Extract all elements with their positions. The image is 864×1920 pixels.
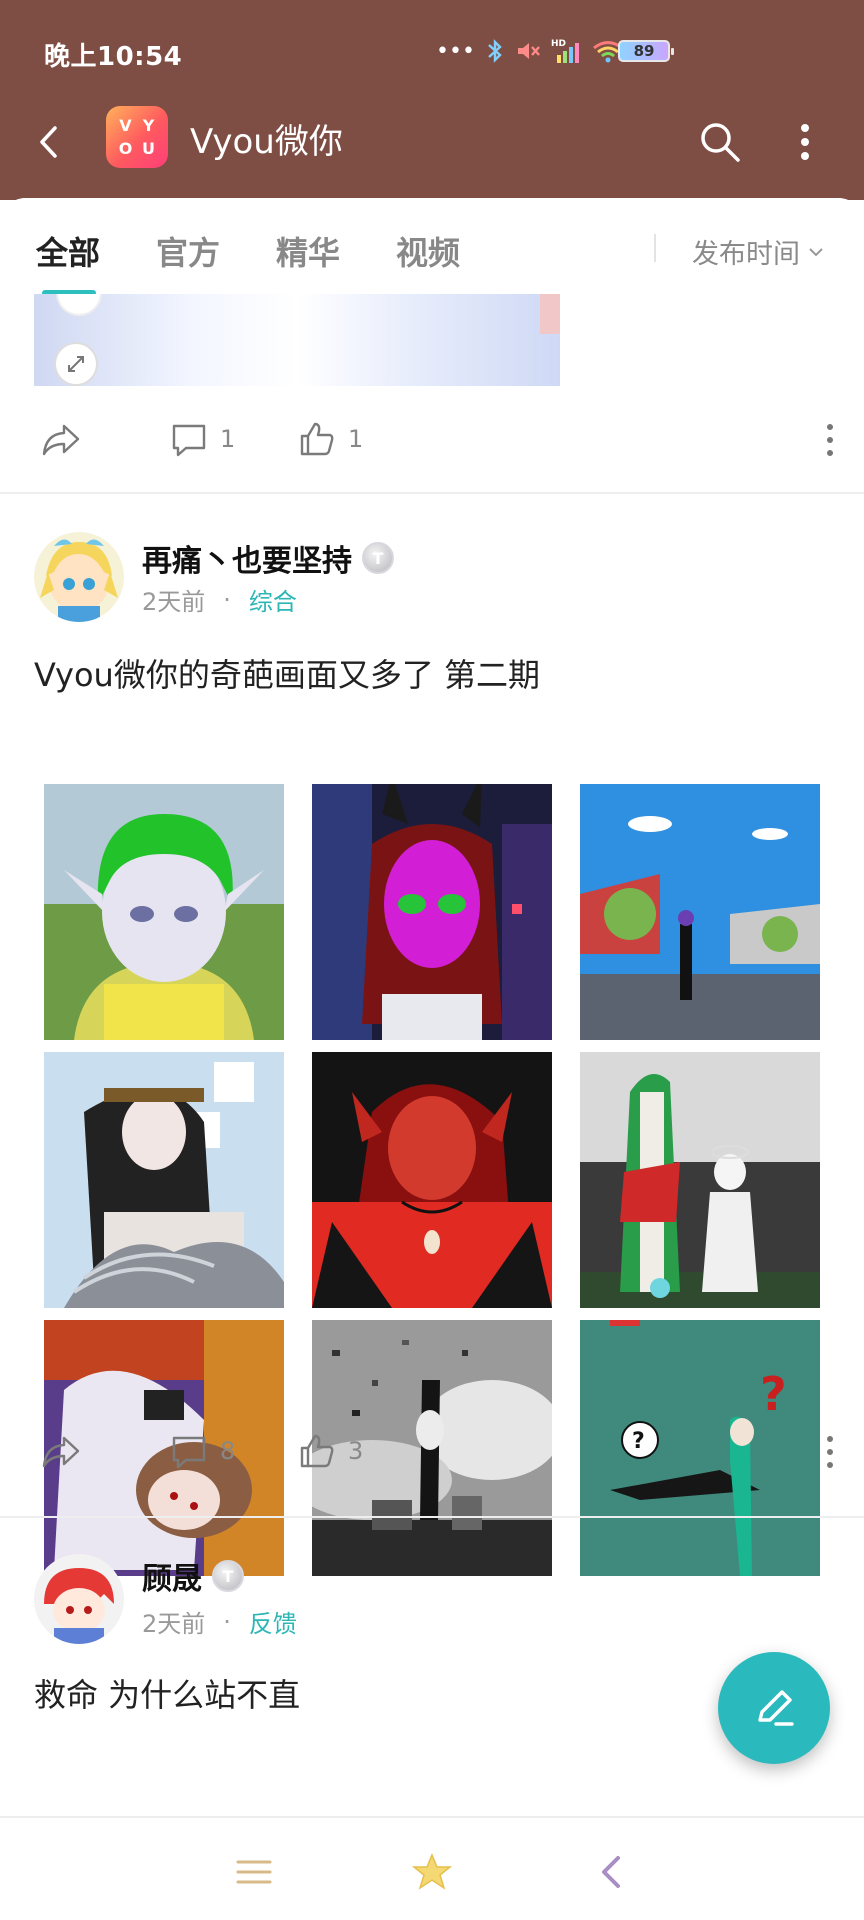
level-badge: T	[362, 542, 394, 574]
meta-dot: ·	[223, 585, 231, 614]
share-icon	[42, 424, 80, 456]
post-card[interactable]: 再痛丶也要坚持 T 2天前 · 综合 Vyou微你的奇葩画面又多了 第二期 ? …	[0, 494, 864, 1576]
menu-icon[interactable]	[234, 1852, 274, 1892]
post-actions: 1 1	[0, 410, 864, 470]
like-count: 3	[348, 1437, 364, 1465]
like-count: 1	[348, 425, 364, 453]
post-image-red-demon[interactable]	[312, 1052, 552, 1308]
tab-featured[interactable]: 精华	[276, 228, 340, 274]
post-image-angel-scene[interactable]	[580, 1052, 820, 1308]
status-bar: 晚上10:54 ••• HD 89	[0, 0, 864, 100]
app-logo: V Y O U	[106, 106, 168, 168]
compose-pen-icon	[758, 1690, 794, 1726]
mute-icon	[517, 43, 540, 59]
post-more-icon[interactable]	[826, 424, 834, 456]
tab-bar: 全部 官方 精华 视频 发布时间	[0, 198, 864, 296]
page-title: Vyou微你	[190, 122, 343, 162]
username-row: 顾晟 T	[142, 1554, 244, 1598]
post-image-blue-sky[interactable]	[580, 784, 820, 1040]
back-arrow-icon[interactable]	[28, 120, 72, 164]
chevron-down-icon	[809, 247, 823, 256]
username[interactable]: 再痛丶也要坚持	[142, 536, 352, 580]
post-time: 2天前	[142, 588, 206, 616]
comment-count: 1	[220, 425, 236, 453]
like-button[interactable]: 1	[298, 420, 363, 458]
search-icon[interactable]	[696, 118, 744, 166]
username[interactable]: 顾晟	[142, 1554, 202, 1598]
post-time: 2天前	[142, 1610, 206, 1638]
avatar[interactable]	[34, 532, 124, 622]
post-more-icon[interactable]	[826, 1436, 834, 1468]
comment-button[interactable]: 1	[170, 420, 235, 458]
logo-letter: Y	[142, 116, 155, 135]
logo-letter: V	[119, 116, 132, 135]
post-category[interactable]: 反馈	[249, 1604, 297, 1639]
comment-count: 8	[220, 1437, 236, 1465]
compose-button[interactable]	[718, 1652, 830, 1764]
logo-letter: O	[118, 139, 133, 158]
post-actions: 8 3	[0, 1422, 864, 1482]
post-text[interactable]: Vyou微你的奇葩画面又多了 第二期	[34, 650, 540, 696]
meta-dot: ·	[223, 1607, 231, 1636]
battery-icon: 89	[618, 40, 674, 62]
post-image-partial[interactable]	[34, 294, 560, 386]
bluetooth-icon	[488, 39, 502, 63]
top-app-bar: 晚上10:54 ••• HD 89 V Y O U Vyou微你	[0, 0, 864, 200]
logo-letter: U	[142, 139, 155, 158]
content-card: 全部 官方 精华 视频 发布时间 1 1 再痛丶也要坚持 T 2天前 · 综合 …	[0, 198, 864, 1920]
sort-dropdown[interactable]: 发布时间	[692, 232, 824, 271]
post-text[interactable]: 救命 为什么站不直	[34, 1670, 300, 1716]
post-meta: 2天前 · 反馈	[142, 1604, 297, 1639]
tab-video[interactable]: 视频	[396, 228, 460, 274]
level-badge: T	[212, 1560, 244, 1592]
post-meta: 2天前 · 综合	[142, 582, 297, 617]
sort-label: 发布时间	[692, 239, 800, 270]
post-image-black-hair-chains[interactable]	[44, 1052, 284, 1308]
header: V Y O U Vyou微你	[0, 100, 864, 200]
share-button[interactable]	[40, 420, 82, 460]
comment-icon	[172, 1436, 206, 1469]
off-badge	[56, 294, 102, 316]
signal-hd-icon: HD	[551, 39, 579, 63]
back-chevron-icon[interactable]	[592, 1852, 632, 1892]
image-corner	[540, 294, 560, 334]
thumbs-up-icon	[300, 422, 334, 456]
comment-button[interactable]: 8	[170, 1432, 235, 1470]
svg-text:HD: HD	[551, 39, 566, 49]
username-row: 再痛丶也要坚持 T	[142, 536, 394, 580]
post-image-pink-mask[interactable]	[312, 784, 552, 1040]
share-button[interactable]	[40, 1432, 82, 1472]
divider	[654, 234, 656, 262]
tab-all[interactable]: 全部	[36, 228, 100, 274]
post-image-green-hair-elf[interactable]	[44, 784, 284, 1040]
svg-text:?: ?	[760, 1367, 787, 1421]
share-icon	[42, 1436, 80, 1468]
comment-icon	[172, 424, 206, 457]
thumbs-up-icon	[300, 1434, 334, 1468]
more-dots-icon: •••	[436, 38, 475, 64]
more-vert-icon[interactable]	[790, 118, 820, 166]
status-icons: ••• HD	[436, 36, 625, 66]
star-icon[interactable]	[412, 1852, 452, 1892]
avatar[interactable]	[34, 1554, 124, 1644]
post-category[interactable]: 综合	[249, 582, 297, 617]
tab-official[interactable]: 官方	[156, 228, 220, 274]
system-nav-bar	[0, 1816, 864, 1920]
status-time: 晚上10:54	[44, 42, 183, 72]
like-button[interactable]: 3	[298, 1432, 363, 1470]
expand-icon[interactable]	[54, 342, 98, 386]
